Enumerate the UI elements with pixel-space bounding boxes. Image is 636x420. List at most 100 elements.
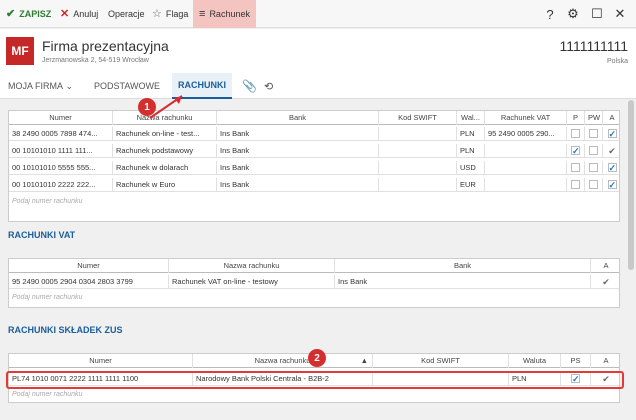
account-number: 00 10101010 5555 555...: [9, 161, 113, 175]
annotation-arrow: [149, 95, 183, 119]
col-header[interactable]: Numer: [9, 354, 193, 368]
col-header[interactable]: P: [567, 111, 585, 125]
sort-asc-icon: ▲: [360, 356, 368, 365]
active-tick-icon[interactable]: ✔: [591, 275, 621, 289]
col-header[interactable]: PS: [561, 354, 591, 368]
table-row[interactable]: 00 10101010 5555 555... Rachunek w dolara…: [9, 161, 619, 175]
account-name: Rachunek w dolarach: [113, 161, 217, 175]
currency: PLN: [457, 144, 485, 158]
vat-account: [485, 144, 567, 158]
placeholder-row[interactable]: Podaj numer rachunku: [9, 291, 619, 305]
flag-button[interactable]: ☆ Flaga: [152, 0, 188, 28]
account-name: Rachunek podstawowy: [113, 144, 217, 158]
highlight-outline: [6, 371, 624, 389]
vat-section-title: RACHUNKI VAT: [8, 230, 76, 240]
pw-checkbox[interactable]: [585, 178, 603, 192]
swift-code: [379, 178, 457, 192]
scrollbar-thumb[interactable]: [628, 100, 634, 270]
star-icon: ☆: [152, 7, 162, 20]
col-header[interactable]: Kod SWIFT: [379, 111, 457, 125]
tab-my-company[interactable]: MOJA FIRMA ⌄: [8, 73, 73, 99]
table-row[interactable]: 95 2490 0005 2904 0304 2803 3799 Rachune…: [9, 275, 619, 289]
vat-account: [485, 161, 567, 175]
col-header[interactable]: Numer: [9, 259, 169, 273]
col-header[interactable]: Rachunek VAT: [485, 111, 567, 125]
col-header[interactable]: Kod SWIFT: [373, 354, 509, 368]
table-header: Numer Nazwa rachunku Bank A: [9, 259, 619, 273]
avatar: MF: [6, 37, 34, 65]
chevron-down-icon: ⌄: [65, 80, 74, 91]
col-header[interactable]: Waluta: [509, 354, 561, 368]
history-icon[interactable]: ⟲: [264, 73, 273, 99]
currency: EUR: [457, 178, 485, 192]
account-number: 00 10101010 1111 111...: [9, 144, 113, 158]
placeholder-row[interactable]: Podaj numer rachunku: [9, 195, 619, 209]
placeholder-row[interactable]: Podaj numer rachunku: [9, 388, 619, 402]
col-header[interactable]: Bank: [217, 111, 379, 125]
zus-section-title: RACHUNKI SKŁADEK ZUS: [8, 325, 123, 335]
maximize-icon[interactable]: ☐: [587, 0, 607, 28]
bank-name: Ins Bank: [217, 127, 379, 141]
table-row[interactable]: 00 10101010 2222 222... Rachunek w Euro In…: [9, 178, 619, 192]
col-header[interactable]: Numer: [9, 111, 113, 125]
vat-table: Numer Nazwa rachunku Bank A 95 2490 0005…: [8, 258, 620, 308]
close-window-icon[interactable]: ✕: [610, 0, 630, 28]
col-header[interactable]: PW: [585, 111, 603, 125]
tab-bar: MOJA FIRMA ⌄ PODSTAWOWE RACHUNKI 📎 ⟲: [0, 73, 636, 99]
company-name: Firma prezentacyjna: [42, 38, 169, 54]
company-header: MF Firma prezentacyjna Jerzmanowska 2, 5…: [0, 29, 636, 73]
col-header-sorted[interactable]: Nazwa rachunku ▲: [193, 354, 373, 368]
col-header[interactable]: Bank: [335, 259, 591, 273]
scrollbar[interactable]: [626, 100, 636, 420]
bank-name: Ins Bank: [335, 275, 591, 289]
col-header[interactable]: Nazwa rachunku: [169, 259, 335, 273]
p-checkbox[interactable]: [567, 127, 585, 141]
col-header[interactable]: A: [603, 111, 621, 125]
pw-checkbox[interactable]: [585, 144, 603, 158]
p-checkbox[interactable]: [567, 144, 585, 158]
account-name: Rachunek on-line - test...: [113, 127, 217, 141]
account-number-input[interactable]: Podaj numer rachunku: [9, 291, 169, 305]
table-row[interactable]: 38 2490 0005 7898 474... Rachunek on-line…: [9, 127, 619, 141]
close-icon: ✕: [60, 7, 70, 20]
p-checkbox[interactable]: [567, 178, 585, 192]
account-name: Rachunek w Euro: [113, 178, 217, 192]
operations-button[interactable]: Operacje: [108, 0, 145, 28]
table-row[interactable]: 00 10101010 1111 111... Rachunek podstawo…: [9, 144, 619, 158]
swift-code: [379, 161, 457, 175]
col-header[interactable]: A: [591, 259, 621, 273]
col-header[interactable]: A: [591, 354, 621, 368]
company-address: Jerzmanowska 2, 54-519 Wrocław: [42, 57, 149, 64]
help-button[interactable]: ?: [540, 0, 560, 28]
vat-account: [485, 178, 567, 192]
content-area: Numer Nazwa rachunku Bank Kod SWIFT Wal.…: [0, 95, 626, 420]
a-checkbox[interactable]: ✔: [603, 144, 621, 158]
account-number-input[interactable]: Podaj numer rachunku: [9, 388, 193, 402]
account-number-input[interactable]: Podaj numer rachunku: [9, 195, 113, 209]
company-country: Polska: [606, 58, 628, 65]
swift-code: [379, 144, 457, 158]
bank-name: Ins Bank: [217, 178, 379, 192]
account-number: 95 2490 0005 2904 0304 2803 3799: [9, 275, 169, 289]
menu-icon: ≡: [199, 7, 206, 20]
account-name: Rachunek VAT on-line - testowy: [169, 275, 335, 289]
col-header[interactable]: Wal...: [457, 111, 485, 125]
pw-checkbox[interactable]: [585, 161, 603, 175]
pw-checkbox[interactable]: [585, 127, 603, 141]
check-icon: ✔: [6, 7, 16, 20]
gear-icon[interactable]: ⚙: [563, 0, 583, 28]
account-number: 00 10101010 2222 222...: [9, 178, 113, 192]
paperclip-icon[interactable]: 📎: [242, 73, 257, 99]
currency: PLN: [457, 127, 485, 141]
table-header: Numer Nazwa rachunku Bank Kod SWIFT Wal.…: [9, 111, 619, 125]
accounts-button[interactable]: ≡ Rachunek: [193, 0, 256, 28]
a-checkbox[interactable]: [603, 127, 621, 141]
swift-code: [379, 127, 457, 141]
save-button[interactable]: ✔ ZAPISZ: [6, 0, 51, 28]
p-checkbox[interactable]: [567, 161, 585, 175]
a-checkbox[interactable]: [603, 161, 621, 175]
account-number: 38 2490 0005 7898 474...: [9, 127, 113, 141]
a-checkbox[interactable]: [603, 178, 621, 192]
cancel-button[interactable]: ✕ Anuluj: [60, 0, 98, 28]
accounts-table: Numer Nazwa rachunku Bank Kod SWIFT Wal.…: [8, 110, 620, 222]
